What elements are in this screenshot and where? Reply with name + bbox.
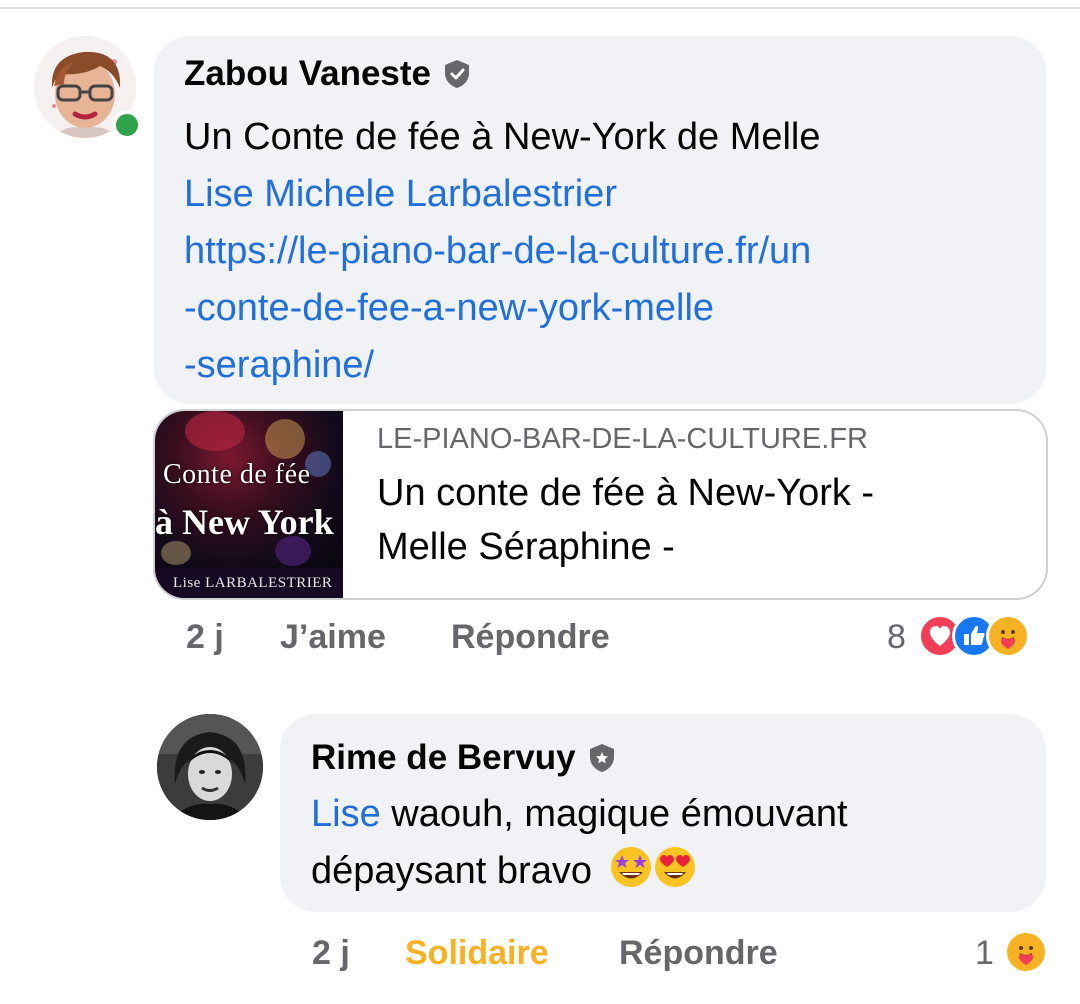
- thumbnail-title-line: Conte de fée: [163, 459, 311, 490]
- care-reaction-icon: [986, 614, 1030, 658]
- online-status-dot: [112, 110, 142, 140]
- url-link[interactable]: https://le-piano-bar-de-la-culture.fr/un: [184, 223, 1034, 280]
- mention-link[interactable]: Lise: [311, 793, 381, 835]
- comment-text-line: Un Conte de fée à New-York de Melle: [184, 116, 821, 158]
- thumbnail-title-line: à New York: [155, 502, 334, 542]
- author-name[interactable]: Rime de Bervuy: [311, 738, 576, 778]
- reaction-summary[interactable]: [918, 614, 1052, 660]
- reply-button[interactable]: Répondre: [619, 934, 778, 973]
- like-button[interactable]: J’aime: [280, 618, 386, 657]
- comment-text-line: dépaysant bravo: [311, 850, 592, 892]
- avatar[interactable]: [157, 714, 263, 820]
- avatar-photo-icon: [157, 714, 263, 820]
- comment-text-line: waouh, magique émouvant: [380, 793, 848, 835]
- link-preview-thumbnail: Conte de fée à New York Lise LARBALESTRI…: [155, 411, 343, 598]
- reply-button[interactable]: Répondre: [451, 618, 610, 657]
- link-preview-title-line: Melle Séraphine -: [377, 526, 675, 568]
- mention-link[interactable]: Lise Michele Larbalestrier: [184, 166, 1034, 223]
- shield-badge-icon: [589, 744, 614, 772]
- care-reaction-icon: [1004, 930, 1048, 974]
- url-link[interactable]: -seraphine/: [184, 337, 1034, 394]
- comment-text: Un Conte de fée à New-York de Melle Lise…: [184, 109, 1034, 394]
- link-preview-card[interactable]: Conte de fée à New York Lise LARBALESTRI…: [153, 409, 1048, 600]
- top-divider: [0, 7, 1080, 9]
- url-link[interactable]: -conte-de-fee-a-new-york-melle: [184, 280, 1034, 337]
- comment-timestamp[interactable]: 2 j: [186, 618, 224, 657]
- reaction-count[interactable]: 1: [975, 934, 994, 973]
- heart-eyes-emoji-icon: [654, 847, 695, 887]
- reaction-summary[interactable]: [1004, 930, 1050, 976]
- shield-badge-icon: [445, 60, 470, 88]
- reaction-count[interactable]: 8: [887, 618, 906, 657]
- author-name[interactable]: Zabou Vaneste: [184, 54, 431, 94]
- link-preview-domain: LE-PIANO-BAR-DE-LA-CULTURE.FR: [377, 423, 868, 455]
- comment-author[interactable]: Zabou Vaneste: [184, 54, 471, 94]
- star-struck-emoji-icon: [610, 847, 651, 887]
- thumbnail-caption: Lise LARBALESTRIER: [173, 575, 333, 591]
- care-reaction-button[interactable]: Solidaire: [405, 934, 549, 973]
- comment-timestamp[interactable]: 2 j: [312, 934, 350, 973]
- link-preview-title: Un conte de fée à New-York - Melle Sérap…: [377, 466, 1017, 574]
- comment-author[interactable]: Rime de Bervuy: [311, 738, 616, 778]
- comment-text: Lise waouh, magique émouvant dépaysant b…: [311, 786, 1031, 900]
- link-preview-title-line: Un conte de fée à New-York -: [377, 472, 875, 514]
